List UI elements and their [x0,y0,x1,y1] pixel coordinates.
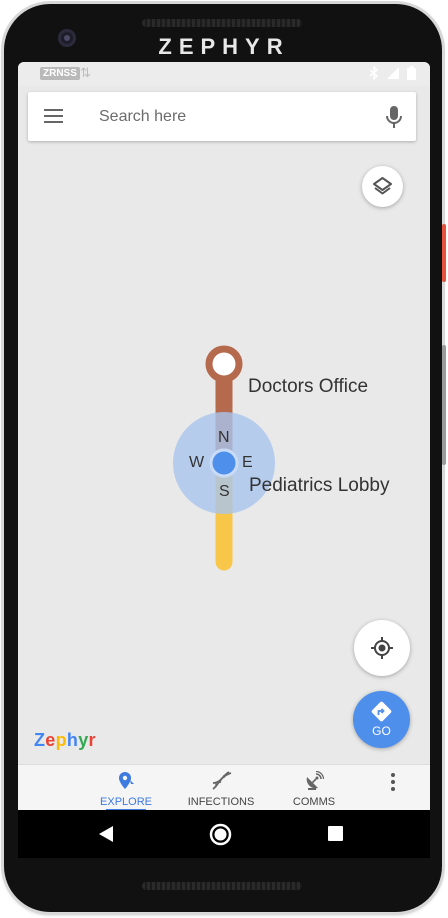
nav-comms[interactable]: COMMS [266,765,362,811]
top-speaker [142,19,302,27]
device-brand: ZEPHYR [158,34,290,59]
dna-icon [212,771,232,790]
compass-west: W [189,454,205,471]
more-options-icon[interactable] [388,773,398,793]
bottom-navigation: EXPLORE INFECTIONS COMMS [18,764,430,811]
home-icon[interactable] [209,823,232,846]
nav-infections[interactable]: INFECTIONS [173,765,269,811]
compass-south: S [219,483,230,500]
place-label-doctors-office[interactable]: Doctors Office [248,376,368,398]
crosshair-icon [371,637,393,659]
nav-comms-label: COMMS [292,796,336,808]
place-label-pediatrics-lobby[interactable]: Pediatrics Lobby [249,475,389,497]
volume-button[interactable] [442,345,446,465]
bottom-speaker [142,882,302,890]
back-icon[interactable] [98,825,114,843]
current-location-dot [209,448,239,478]
recent-apps-icon[interactable] [328,826,343,841]
power-button[interactable] [442,224,446,282]
compass-east: E [242,454,253,471]
compass-north: N [218,429,230,446]
nav-infections-label: INFECTIONS [187,796,255,808]
nav-explore[interactable]: EXPLORE [78,765,174,811]
directions-icon [371,701,392,722]
my-location-button[interactable] [354,620,410,676]
zephyr-watermark-logo: Zephyr [34,730,96,750]
nav-explore-label: EXPLORE [100,796,152,808]
satellite-dish-icon [306,771,324,790]
location-pin-icon [119,772,134,789]
go-label: GO [372,724,391,738]
system-navigation-bar [18,810,430,858]
destination-marker [205,345,243,383]
go-button[interactable]: GO [353,691,410,748]
screen: ZRNSS ⇅ Search here Doctors Office Pedia… [18,62,430,858]
